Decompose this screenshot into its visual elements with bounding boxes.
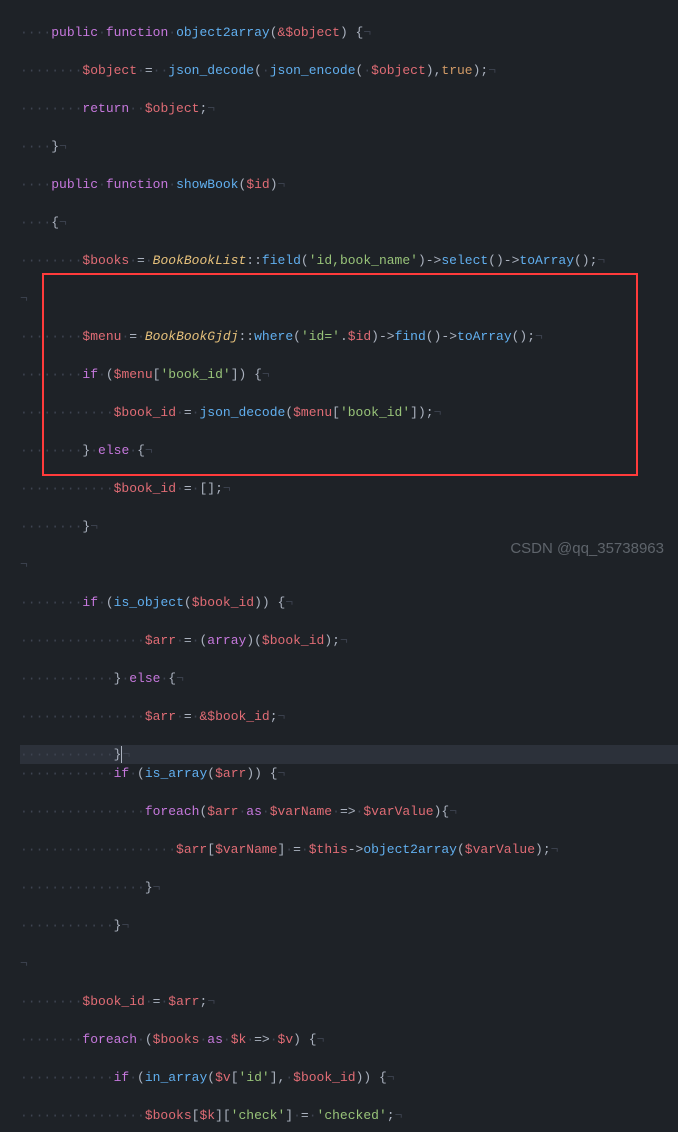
code-line: ················foreach($arr·as·$varName… [20, 802, 678, 821]
code-editor[interactable]: ····public·function·object2array(&$objec… [0, 0, 678, 1132]
code-line: ········if·($menu['book_id']) {¬ [20, 365, 678, 384]
code-line: ····{¬ [20, 213, 678, 232]
code-line-cursor: ············}¬ [20, 745, 678, 764]
code-line: ········return··$object;¬ [20, 99, 678, 118]
code-line: ········$menu·=·BookBookGjdj::where('id=… [20, 327, 678, 346]
code-line: ················$arr·=·(array)($book_id)… [20, 631, 678, 650]
watermark-text: CSDN @qq_35738963 [510, 539, 664, 558]
code-line: ················$books[$k]['check']·=·'c… [20, 1106, 678, 1125]
code-line: ········$books·=·BookBookList::field('id… [20, 251, 678, 270]
code-line: ¬ [20, 954, 678, 973]
code-line: ····}¬ [20, 137, 678, 156]
code-line: ············$book_id·=·[];¬ [20, 479, 678, 498]
code-line: ············$book_id·=·json_decode($menu… [20, 403, 678, 422]
code-line: ····public·function·object2array(&$objec… [20, 23, 678, 42]
code-line: ········if·(is_object($book_id)) {¬ [20, 593, 678, 612]
code-line: ····public·function·showBook($id)¬ [20, 175, 678, 194]
code-line: ····················$arr[$varName]·=·$th… [20, 840, 678, 859]
code-line: ············if·(in_array($v['id'],·$book… [20, 1068, 678, 1087]
code-line: ········}·else·{¬ [20, 441, 678, 460]
code-line: ············}¬ [20, 916, 678, 935]
code-line: ········$book_id·=·$arr;¬ [20, 992, 678, 1011]
code-line: ¬ [20, 289, 678, 308]
code-line: ········}¬ [20, 517, 678, 536]
code-line: ········$object·=··json_decode(·json_enc… [20, 61, 678, 80]
code-line: ········foreach·($books·as·$k·=>·$v) {¬ [20, 1030, 678, 1049]
code-line: ················}¬ [20, 878, 678, 897]
code-line: ················$arr·=·&$book_id;¬ [20, 707, 678, 726]
code-line: ············}·else·{¬ [20, 669, 678, 688]
code-line: ············if·(is_array($arr)) {¬ [20, 764, 678, 783]
